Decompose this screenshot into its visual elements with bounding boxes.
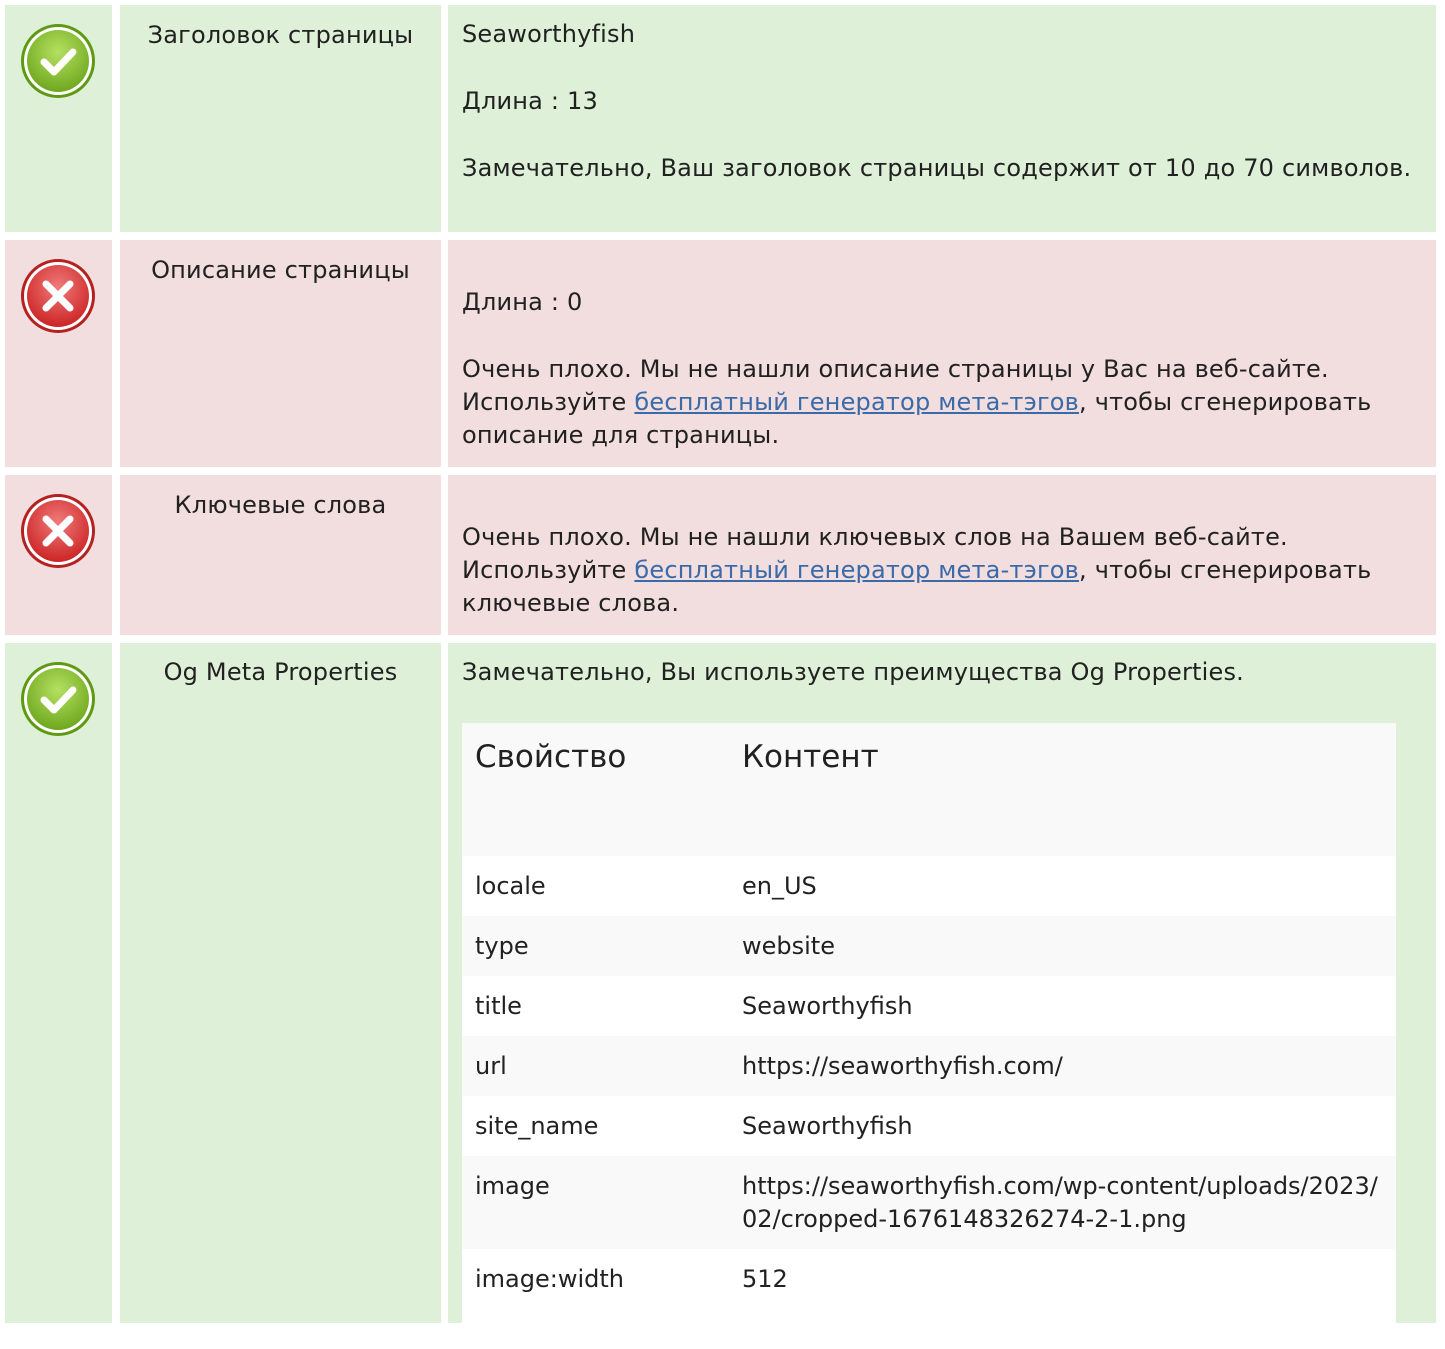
status-cell [5, 5, 112, 232]
title-check-row: Заголовок страницы Seaworthyfish Длина :… [0, 5, 1445, 232]
content-cell: 512 [742, 1265, 788, 1293]
og-properties-check-row: Og Meta Properties Замечательно, Вы испо… [0, 643, 1445, 1349]
row-label: Заголовок страницы [147, 21, 414, 49]
status-message: Замечательно, Ваш заголовок страницы сод… [462, 154, 1412, 182]
row-label: Описание страницы [151, 256, 410, 284]
x-circle-icon [20, 493, 96, 569]
body-cell: Seaworthyfish Длина : 13 Замечательно, В… [448, 5, 1436, 232]
property-cell: site_name [475, 1112, 599, 1140]
body-cell: Длина : 0 Очень плохо. Мы не нашли описа… [448, 240, 1436, 467]
content-cell: https://seaworthyfish.com/ [742, 1052, 1063, 1080]
row-label: Ключевые слова [174, 491, 387, 519]
table-header: Свойство Контент [462, 723, 1396, 856]
keywords-check-row: Ключевые слова Очень плохо. Мы не нашли … [0, 475, 1445, 635]
label-cell: Og Meta Properties [120, 643, 441, 1323]
property-cell: url [475, 1052, 507, 1080]
description-check-row: Описание страницы Длина : 0 Очень плохо.… [0, 240, 1445, 467]
x-circle-icon [20, 258, 96, 334]
title-value: Seaworthyfish [462, 20, 636, 48]
label-cell: Описание страницы [120, 240, 441, 467]
content-cell: en_US [742, 872, 817, 900]
label-cell: Ключевые слова [120, 475, 441, 635]
row-label: Og Meta Properties [163, 658, 398, 686]
table-row: title Seaworthyfish [462, 976, 1396, 1036]
content-cell: website [742, 932, 835, 960]
table-row: image:width 512 [462, 1249, 1396, 1309]
content-cell: Seaworthyfish [742, 992, 913, 1020]
check-circle-icon [20, 23, 96, 99]
label-cell: Заголовок страницы [120, 5, 441, 232]
property-cell: locale [475, 872, 546, 900]
content-cell: Seaworthyfish [742, 1112, 913, 1140]
status-message: Очень плохо. Мы не нашли описание страни… [462, 355, 1372, 449]
table-row: image https://seaworthyfish.com/wp-conte… [462, 1156, 1396, 1249]
property-cell: image:width [475, 1265, 624, 1293]
length-text: Длина : 0 [462, 288, 583, 316]
table-row: locale en_US [462, 856, 1396, 916]
status-message: Очень плохо. Мы не нашли ключевых слов н… [462, 523, 1372, 617]
meta-tag-generator-link[interactable]: бесплатный генератор мета-тэгов [634, 388, 1079, 416]
body-cell: Замечательно, Вы используете преимуществ… [448, 643, 1436, 1349]
table-row-partial [462, 1309, 1396, 1349]
column-header-content: Контент [742, 739, 879, 775]
og-properties-table: Свойство Контент locale en_US type websi… [462, 723, 1396, 1349]
table-row: site_name Seaworthyfish [462, 1096, 1396, 1156]
property-cell: type [475, 932, 529, 960]
status-cell [5, 475, 112, 635]
table-row: type website [462, 916, 1396, 976]
meta-tag-generator-link[interactable]: бесплатный генератор мета-тэгов [634, 556, 1079, 584]
column-header-property: Свойство [475, 739, 627, 775]
table-row: url https://seaworthyfish.com/ [462, 1036, 1396, 1096]
property-cell: image [475, 1172, 550, 1200]
property-cell: title [475, 992, 522, 1020]
status-cell [5, 643, 112, 1323]
status-cell [5, 240, 112, 467]
content-cell: https://seaworthyfish.com/wp-content/upl… [742, 1172, 1378, 1233]
check-circle-icon [20, 661, 96, 737]
length-text: Длина : 13 [462, 87, 598, 115]
body-cell: Очень плохо. Мы не нашли ключевых слов н… [448, 475, 1436, 635]
status-message: Замечательно, Вы используете преимуществ… [462, 658, 1245, 686]
